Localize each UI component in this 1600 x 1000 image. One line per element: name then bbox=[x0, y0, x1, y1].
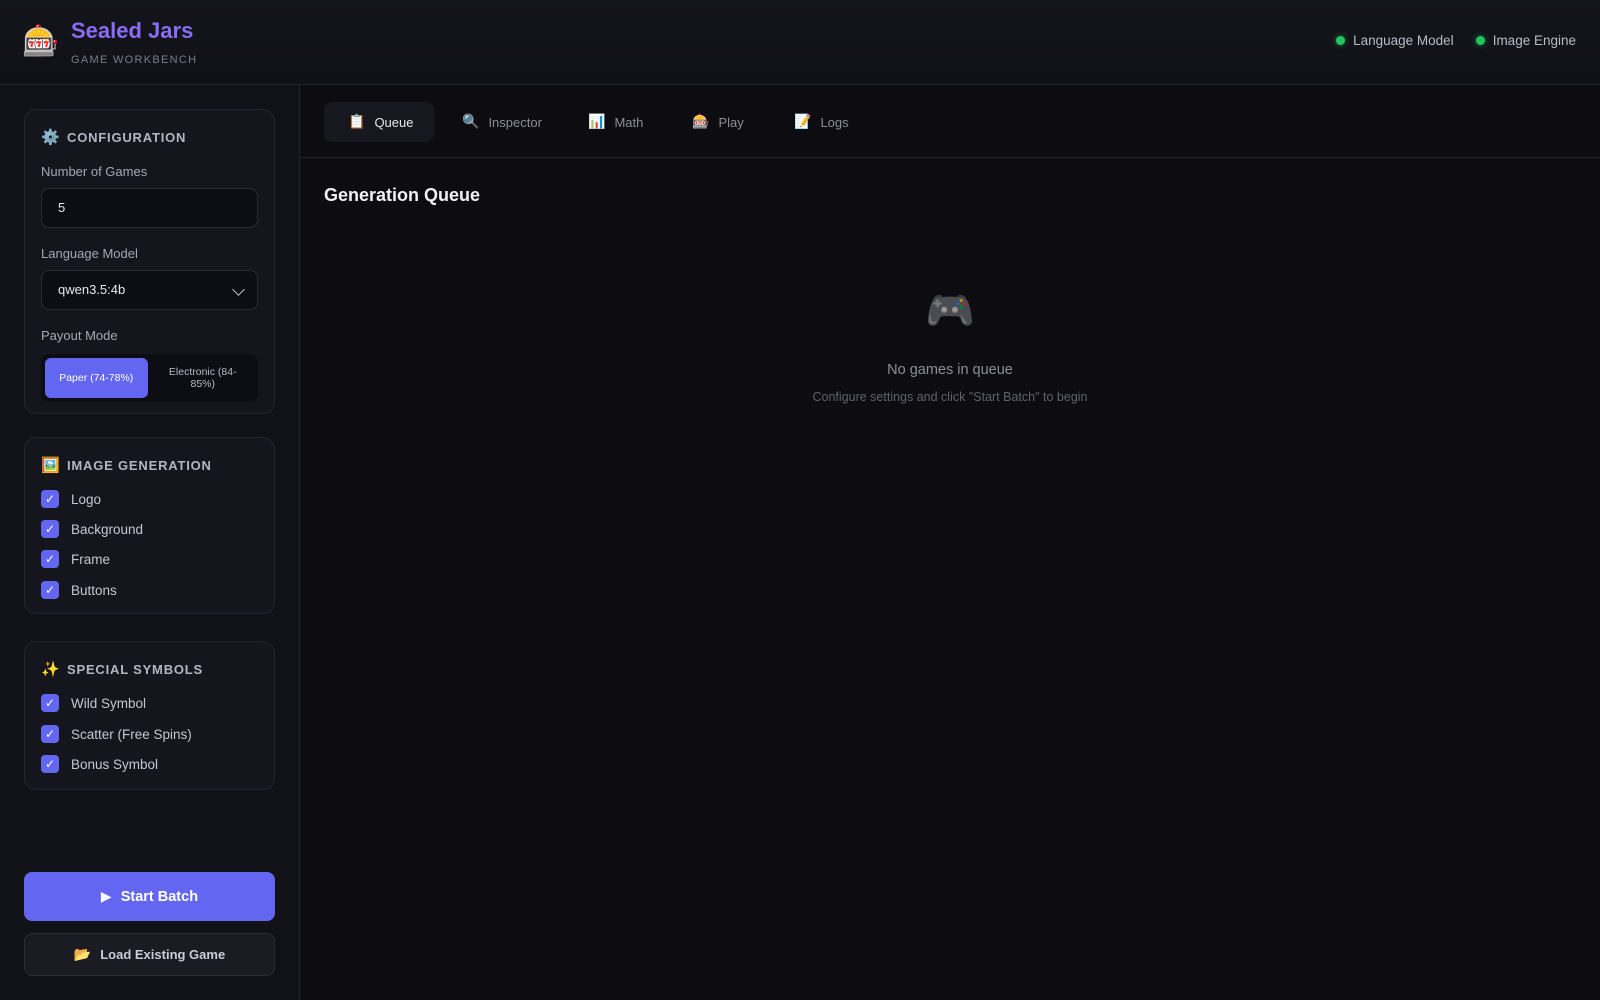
picture-icon: 🖼️ bbox=[41, 456, 61, 474]
app-header: 🎰 Sealed Jars GAME WORKBENCH Language Mo… bbox=[0, 0, 1600, 85]
checkbox-label: Background bbox=[71, 521, 144, 537]
status-dot-icon bbox=[1475, 36, 1485, 45]
model-label: Language Model bbox=[41, 246, 138, 261]
tab-logs[interactable]: 📝 Logs bbox=[770, 102, 873, 142]
tab-inspector[interactable]: 🔍 Inspector bbox=[438, 102, 566, 142]
panel-title-label: IMAGE GENERATION bbox=[67, 457, 212, 473]
empty-state-title: No games in queue bbox=[887, 362, 1013, 378]
payout-label: Payout Mode bbox=[41, 328, 118, 343]
page-title: Generation Queue bbox=[324, 185, 481, 205]
clipboard-icon: 📋 bbox=[348, 114, 366, 130]
checkmark-icon[interactable]: ✓ bbox=[41, 694, 59, 712]
checkbox-scatter[interactable]: ✓ Scatter (Free Spins) bbox=[41, 725, 192, 743]
tab-label: Play bbox=[718, 114, 744, 130]
number-of-games-input[interactable]: 5 bbox=[41, 188, 258, 228]
checkbox-bonus-symbol[interactable]: ✓ Bonus Symbol bbox=[41, 755, 158, 773]
empty-state-subtitle: Configure settings and click "Start Batc… bbox=[812, 390, 1088, 404]
status-indicators: Language Model Image Engine bbox=[1336, 33, 1576, 48]
payout-electronic-button[interactable]: Electronic (84-85%) bbox=[152, 358, 255, 398]
checkbox-label: Logo bbox=[71, 491, 102, 507]
start-batch-button[interactable]: ▶ Start Batch bbox=[24, 872, 275, 921]
checkmark-icon[interactable]: ✓ bbox=[41, 725, 59, 743]
tab-play[interactable]: 🎰 Play bbox=[668, 102, 768, 142]
special-symbols-panel: ✨ SPECIAL SYMBOLS ✓ Wild Symbol ✓ Scatte… bbox=[24, 641, 275, 790]
start-batch-label: Start Batch bbox=[120, 888, 199, 905]
configuration-panel: ⚙️ CONFIGURATION Number of Games 5 Langu… bbox=[24, 109, 275, 414]
open-folder-icon: 📂 bbox=[73, 946, 92, 963]
play-icon: ▶ bbox=[100, 888, 112, 905]
checkbox-label: Bonus Symbol bbox=[71, 756, 159, 772]
status-language-model: Language Model bbox=[1336, 33, 1454, 48]
checkbox-buttons[interactable]: ✓ Buttons bbox=[41, 581, 117, 599]
panel-title-label: CONFIGURATION bbox=[67, 129, 187, 145]
checkmark-icon[interactable]: ✓ bbox=[41, 755, 59, 773]
chevron-down-icon bbox=[232, 283, 245, 296]
load-existing-game-button[interactable]: 📂 Load Existing Game bbox=[24, 933, 275, 976]
special-symbols-title: ✨ SPECIAL SYMBOLS bbox=[41, 660, 203, 678]
language-model-value: qwen3.5:4b bbox=[58, 282, 126, 297]
image-generation-panel: 🖼️ IMAGE GENERATION ✓ Logo ✓ Background … bbox=[24, 437, 275, 614]
magnifier-icon: 🔍 bbox=[462, 114, 480, 130]
games-label: Number of Games bbox=[41, 164, 148, 179]
memo-icon: 📝 bbox=[794, 114, 812, 130]
app-title: Sealed Jars bbox=[71, 18, 194, 43]
bar-chart-icon: 📊 bbox=[588, 114, 606, 130]
payout-mode-toggle: Paper (74-78%) Electronic (84-85%) bbox=[41, 354, 258, 402]
tab-label: Queue bbox=[374, 114, 414, 130]
game-controller-icon: 🎮 bbox=[925, 288, 975, 334]
checkmark-icon[interactable]: ✓ bbox=[41, 490, 59, 508]
checkbox-label: Scatter (Free Spins) bbox=[71, 726, 192, 742]
checkmark-icon[interactable]: ✓ bbox=[41, 581, 59, 599]
checkmark-icon[interactable]: ✓ bbox=[41, 550, 59, 568]
checkbox-label: Wild Symbol bbox=[71, 695, 147, 711]
sidebar: ⚙️ CONFIGURATION Number of Games 5 Langu… bbox=[0, 85, 300, 1000]
status-dot-icon bbox=[1336, 36, 1346, 45]
app-subtitle: GAME WORKBENCH bbox=[71, 54, 198, 66]
status-image-engine: Image Engine bbox=[1475, 33, 1576, 48]
slot-machine-icon: 🎰 bbox=[22, 24, 60, 59]
slot-machine-icon: 🎰 bbox=[692, 114, 710, 130]
configuration-title: ⚙️ CONFIGURATION bbox=[41, 128, 186, 146]
status-label: Image Engine bbox=[1492, 33, 1576, 48]
gear-icon: ⚙️ bbox=[41, 128, 61, 146]
tab-label: Inspector bbox=[488, 114, 542, 130]
payout-paper-button[interactable]: Paper (74-78%) bbox=[45, 358, 148, 398]
load-game-label: Load Existing Game bbox=[100, 947, 226, 962]
tab-bar: 📋 Queue 🔍 Inspector 📊 Math 🎰 Play 📝 Logs bbox=[300, 85, 1600, 158]
checkbox-frame[interactable]: ✓ Frame bbox=[41, 550, 110, 568]
checkbox-wild-symbol[interactable]: ✓ Wild Symbol bbox=[41, 694, 146, 712]
tab-label: Logs bbox=[820, 114, 849, 130]
language-model-select[interactable]: qwen3.5:4b bbox=[41, 270, 258, 310]
panel-title-label: SPECIAL SYMBOLS bbox=[67, 661, 204, 677]
tab-math[interactable]: 📊 Math bbox=[564, 102, 667, 142]
checkbox-logo[interactable]: ✓ Logo bbox=[41, 490, 101, 508]
checkbox-label: Frame bbox=[71, 551, 111, 567]
main-content: 📋 Queue 🔍 Inspector 📊 Math 🎰 Play 📝 Logs… bbox=[300, 85, 1600, 1000]
checkbox-background[interactable]: ✓ Background bbox=[41, 520, 143, 538]
sparkles-icon: ✨ bbox=[41, 660, 61, 678]
image-generation-title: 🖼️ IMAGE GENERATION bbox=[41, 456, 212, 474]
tab-queue[interactable]: 📋 Queue bbox=[324, 102, 434, 142]
checkbox-label: Buttons bbox=[71, 582, 117, 598]
checkmark-icon[interactable]: ✓ bbox=[41, 520, 59, 538]
tab-label: Math bbox=[614, 114, 644, 130]
status-label: Language Model bbox=[1353, 33, 1454, 48]
